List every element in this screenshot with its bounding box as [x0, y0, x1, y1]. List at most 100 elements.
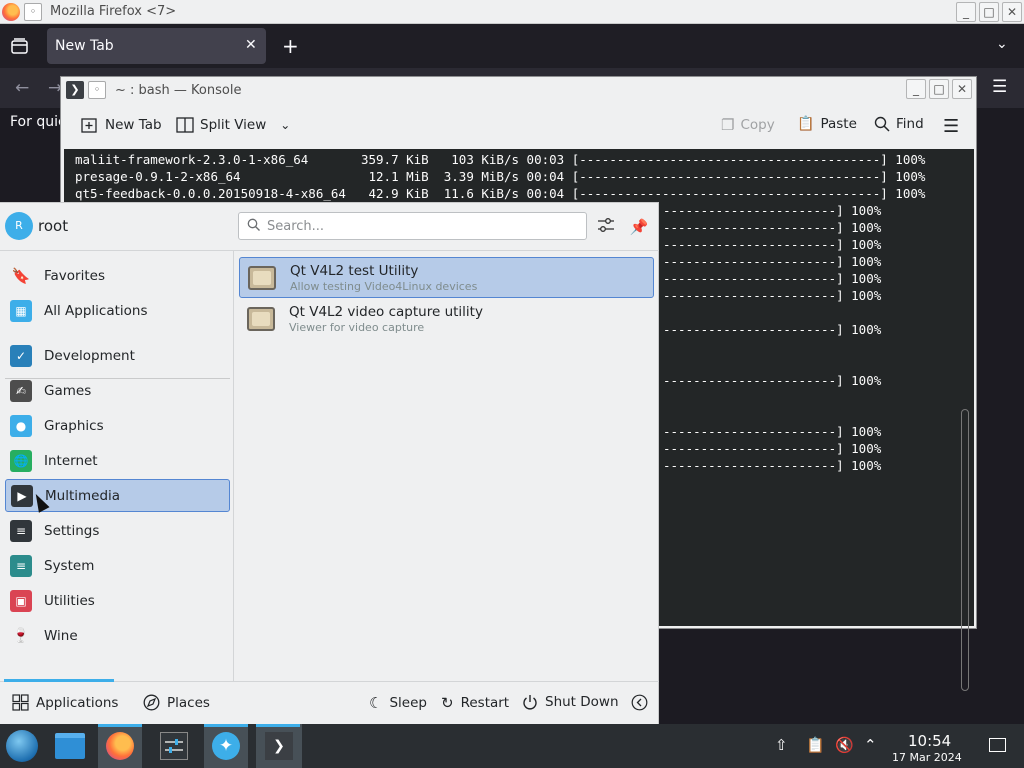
chevron-down-icon: ⌄ — [280, 118, 291, 132]
video-device-icon — [248, 266, 276, 290]
category-label: Utilities — [44, 592, 95, 609]
taskbar: ✦ ❯ ⇧ 📋 🔇 ⌃ 10:54 17 Mar 2024 — [0, 724, 1024, 768]
paste-label: Paste — [820, 116, 857, 132]
folder-icon — [55, 733, 85, 759]
konsole-titlebar: ❯ ◦ ~ : bash — Konsole _ □ ✕ — [61, 77, 976, 103]
category-sidebar: 🔖 Favorites ▦ All Applications ✓ Development ✍… — [0, 251, 234, 681]
search-box[interactable] — [238, 212, 587, 240]
category-wine[interactable]: 🍷 Wine — [5, 619, 230, 652]
split-view-icon — [176, 117, 194, 133]
scrollbar[interactable] — [961, 409, 969, 691]
sleep-button[interactable]: ☾ Sleep — [369, 694, 427, 712]
new-tab-label: New Tab — [105, 117, 162, 133]
close-button[interactable]: ✕ — [952, 79, 972, 99]
category-label: Development — [44, 347, 135, 364]
category-graphics[interactable]: ● Graphics — [5, 409, 230, 442]
clipboard-icon[interactable]: 📋 — [806, 736, 825, 754]
hamburger-menu-icon[interactable]: ☰ — [943, 116, 959, 137]
shutdown-button[interactable]: Shut Down — [522, 694, 619, 710]
firefox-titlebar: ◦ Mozilla Firefox <7> _ □ ✕ — [0, 0, 1024, 24]
split-view-button[interactable]: Split View ⌄ — [176, 116, 290, 134]
category-utilities[interactable]: ▣ Utilities — [5, 584, 230, 617]
category-development[interactable]: ✓ Development — [5, 339, 230, 372]
app-item[interactable]: Qt V4L2 video capture utility Viewer for … — [239, 299, 654, 340]
category-favorites[interactable]: 🔖 Favorites — [5, 259, 230, 292]
clock-date[interactable]: 17 Mar 2024 — [892, 751, 962, 764]
development-icon: ✓ — [10, 344, 32, 367]
pin-icon[interactable]: ◦ — [24, 3, 42, 21]
multimedia-icon: ▶ — [11, 484, 33, 507]
active-tab-indicator — [4, 679, 114, 682]
close-button[interactable]: ✕ — [1002, 2, 1022, 22]
tab-label: New Tab — [55, 38, 114, 54]
terminal-line: -----------------------] 100% — [663, 271, 882, 286]
terminal-line: -----------------------] 100% — [663, 220, 882, 235]
configure-sliders-icon[interactable] — [596, 217, 616, 237]
leave-options-button[interactable] — [631, 694, 648, 711]
terminal-line: -----------------------] 100% — [663, 288, 882, 303]
system-icon: ≡ — [10, 554, 32, 577]
tab-list-icon[interactable] — [11, 38, 28, 54]
tab-new-tab[interactable]: New Tab ✕ — [47, 28, 266, 64]
search-icon — [874, 116, 890, 132]
terminal-line: -----------------------] 100% — [663, 237, 882, 252]
terminal-line: -----------------------] 100% — [663, 373, 882, 388]
clock-time[interactable]: 10:54 — [908, 732, 951, 750]
start-menu-button[interactable] — [0, 724, 44, 768]
category-label: Favorites — [44, 267, 105, 284]
pin-icon[interactable]: ◦ — [88, 81, 106, 99]
restart-button[interactable]: ↻ Restart — [441, 694, 509, 712]
task-firefox[interactable] — [98, 724, 142, 768]
app-item[interactable]: Qt V4L2 test Utility Allow testing Video4… — [239, 257, 654, 298]
launcher-header: R root 📌 — [0, 203, 659, 251]
close-tab-icon[interactable]: ✕ — [245, 37, 257, 53]
terminal-line: qt5-feedback-0.0.0.20150918-4-x86_64 42.… — [75, 186, 926, 201]
maximize-button[interactable]: □ — [979, 2, 999, 22]
search-input[interactable] — [267, 217, 577, 235]
category-system[interactable]: ≡ System — [5, 549, 230, 582]
back-arrow-icon[interactable]: ← — [15, 78, 29, 98]
konsole-toolbar: New Tab Split View ⌄ ❐ Copy 📋 Paste Find… — [61, 103, 976, 149]
category-internet[interactable]: 🌐 Internet — [5, 444, 230, 477]
hamburger-menu-icon[interactable]: ☰ — [992, 77, 1007, 97]
new-tab-button[interactable]: New Tab — [81, 116, 162, 134]
divider — [5, 378, 230, 379]
task-discover[interactable]: ✦ — [204, 724, 248, 768]
chevron-up-icon[interactable]: ⌃ — [864, 736, 877, 754]
app-description: Allow testing Video4Linux devices — [290, 280, 478, 293]
tab-places[interactable]: Places — [143, 694, 210, 711]
category-label: System — [44, 557, 95, 574]
pin-icon[interactable]: 📌 — [629, 217, 649, 237]
new-tab-plus-icon[interactable]: + — [282, 34, 299, 58]
show-desktop-icon[interactable] — [989, 738, 1006, 752]
avatar[interactable]: R — [5, 212, 33, 240]
discover-icon: ✦ — [212, 732, 240, 760]
app-name: Qt V4L2 test Utility — [290, 263, 419, 279]
task-system-settings[interactable] — [152, 724, 196, 768]
find-button[interactable]: Find — [874, 116, 924, 132]
minimize-button[interactable]: _ — [956, 2, 976, 22]
terminal-icon: ❯ — [66, 81, 84, 99]
tab-applications[interactable]: Applications — [12, 694, 118, 711]
task-file-manager[interactable] — [48, 724, 92, 768]
terminal-line: -----------------------] 100% — [663, 203, 882, 218]
maximize-button[interactable]: □ — [929, 79, 949, 99]
minimize-button[interactable]: _ — [906, 79, 926, 99]
wine-icon: 🍷 — [10, 624, 32, 647]
terminal-line: presage-0.9.1-2-x86_64 12.1 MiB 3.39 MiB… — [75, 169, 926, 184]
category-all-applications[interactable]: ▦ All Applications — [5, 294, 230, 327]
terminal-line: -----------------------] 100% — [663, 441, 882, 456]
firefox-logo-icon — [2, 3, 20, 21]
launcher-footer: Applications Places ☾ Sleep ↻ Restart Sh… — [0, 679, 659, 725]
copy-button[interactable]: ❐ Copy — [721, 116, 775, 134]
application-launcher: R root 📌 🔖 Favorites ▦ All Applications ✓ Dev… — [0, 202, 659, 724]
update-notifier-icon[interactable]: ⇧ — [775, 736, 788, 754]
bookmark-icon: 🔖 — [10, 264, 32, 287]
paste-button[interactable]: 📋 Paste — [797, 116, 857, 132]
task-konsole[interactable]: ❯ — [256, 724, 302, 768]
volume-muted-icon[interactable]: 🔇 — [835, 736, 854, 754]
chevron-down-icon[interactable]: ⌄ — [996, 36, 1008, 52]
split-view-label: Split View — [200, 117, 267, 133]
category-settings[interactable]: ≡ Settings — [5, 514, 230, 547]
category-label: Graphics — [44, 417, 104, 434]
